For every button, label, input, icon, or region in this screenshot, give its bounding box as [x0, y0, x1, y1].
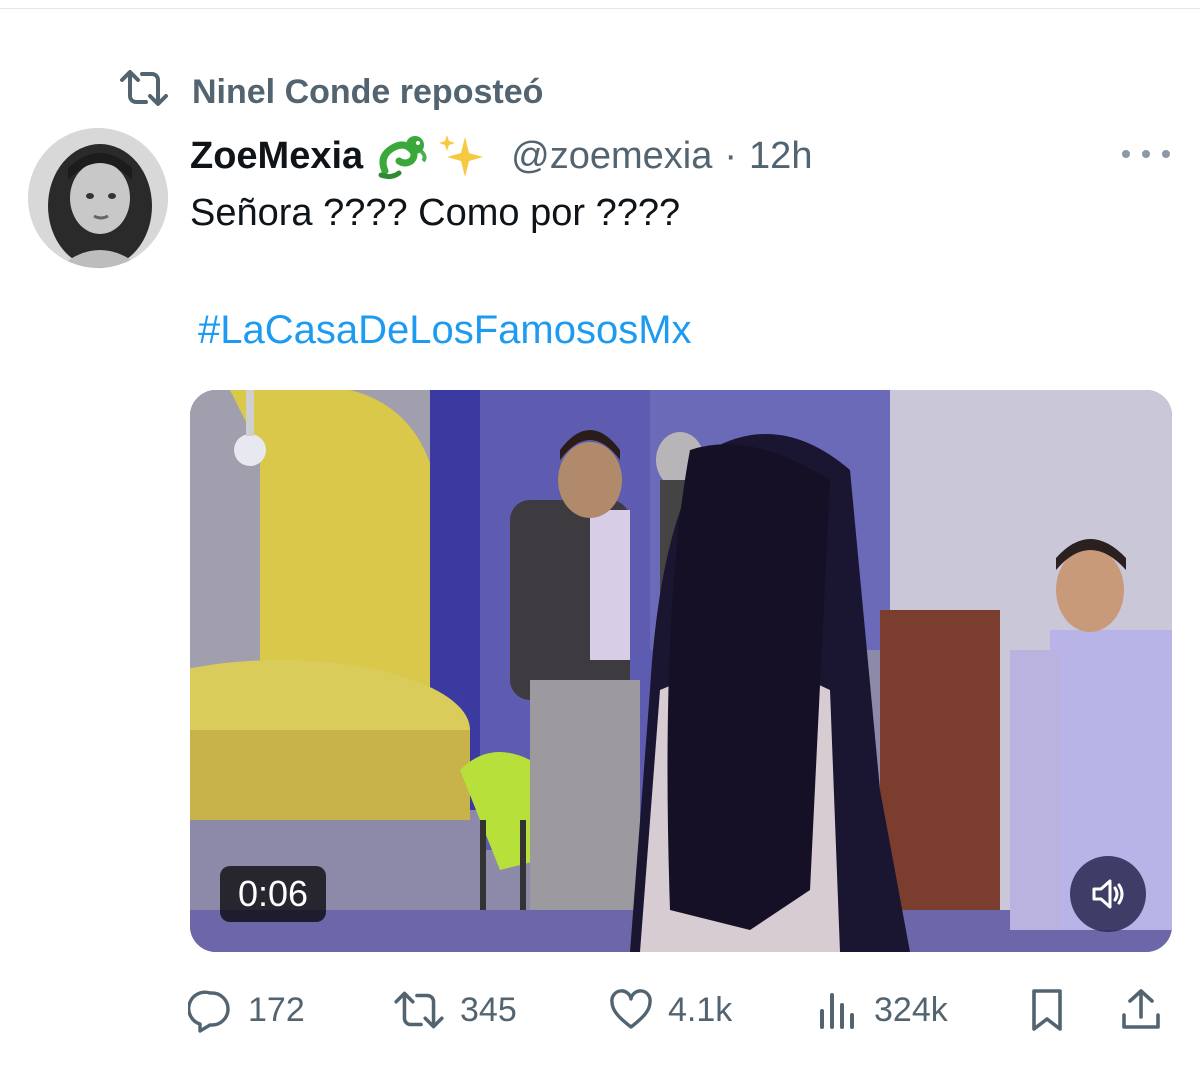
- timestamp[interactable]: 12h: [749, 135, 812, 178]
- bookmark-icon: [1032, 989, 1062, 1031]
- speaker-muted-icon: [1092, 879, 1124, 909]
- video-player[interactable]: 0:06: [190, 390, 1172, 952]
- like-count: 4.1k: [668, 990, 733, 1029]
- repost-icon: [118, 68, 170, 117]
- bookmark-button[interactable]: [1024, 980, 1070, 1040]
- display-name[interactable]: ZoeMexia: [190, 135, 363, 178]
- top-divider: [0, 8, 1200, 9]
- handle[interactable]: @zoemexia: [511, 135, 712, 178]
- repost-label: Ninel Conde reposteó: [192, 72, 544, 111]
- video-frame: [190, 390, 1172, 952]
- hashtag-link[interactable]: #LaCasaDeLosFamososMx: [198, 308, 692, 353]
- mute-button[interactable]: [1070, 856, 1146, 932]
- video-duration: 0:06: [220, 866, 327, 922]
- views-chart-icon: [820, 993, 854, 1029]
- like-button[interactable]: 4.1k: [608, 980, 732, 1040]
- reply-button[interactable]: 172: [188, 980, 305, 1040]
- repost-context[interactable]: Ninel Conde reposteó: [118, 68, 544, 117]
- sparkles-emoji-icon: [439, 135, 484, 177]
- tweet-header: ZoeMexia @zoemexia · 12h: [190, 130, 812, 182]
- name-emojis: [375, 131, 485, 181]
- share-icon: [1122, 989, 1160, 1029]
- repost-icon: [394, 991, 444, 1029]
- separator-dot: ·: [724, 134, 738, 177]
- avatar[interactable]: [28, 128, 168, 268]
- tweet-text: Señora ???? Como por ????: [190, 192, 681, 234]
- reply-count: 172: [248, 990, 305, 1029]
- view-count: 324k: [874, 990, 948, 1029]
- dragon-emoji-icon: [378, 136, 427, 180]
- repost-count: 345: [460, 990, 517, 1029]
- share-button[interactable]: [1118, 980, 1164, 1040]
- repost-button[interactable]: 345: [392, 980, 517, 1040]
- views-button[interactable]: 324k: [814, 980, 948, 1040]
- reply-icon: [188, 990, 230, 1033]
- more-options-icon[interactable]: [1122, 138, 1170, 170]
- heart-icon: [610, 989, 652, 1029]
- action-bar: 172 345 4.1k 324k: [188, 980, 1178, 1040]
